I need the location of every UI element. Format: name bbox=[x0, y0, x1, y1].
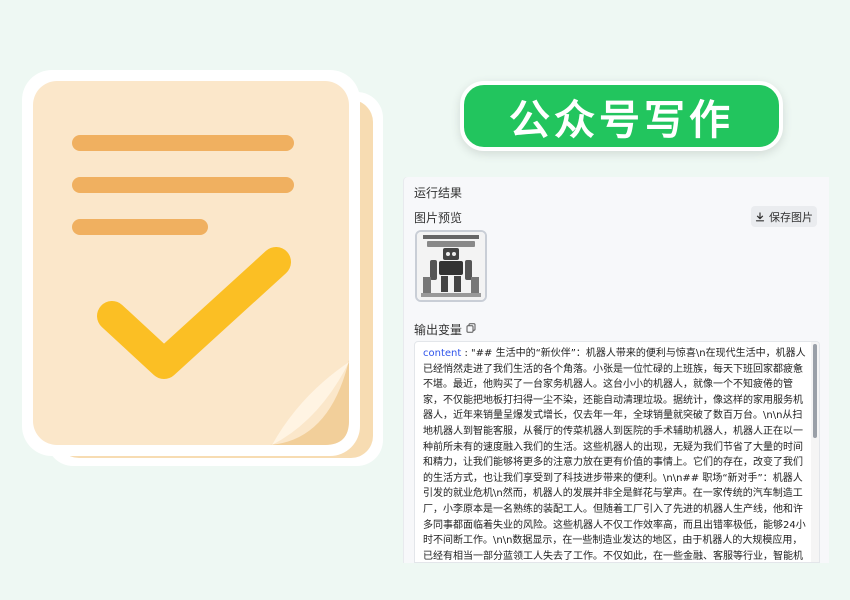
content-value: "## 生活中的“新伙伴”：机器人带来的便利与惊喜\n在现代生活中，机器人已经悄… bbox=[423, 348, 806, 562]
output-content-text: content : "## 生活中的“新伙伴”：机器人带来的便利与惊喜\n在现代… bbox=[423, 346, 809, 562]
output-content-box[interactable]: content : "## 生活中的“新伙伴”：机器人带来的便利与惊喜\n在现代… bbox=[414, 341, 820, 563]
image-preview-thumbnail[interactable] bbox=[415, 230, 487, 302]
robot-image bbox=[417, 232, 485, 300]
output-variables-title: 输出变量 bbox=[414, 323, 463, 337]
save-image-button[interactable]: 保存图片 bbox=[751, 206, 817, 227]
image-preview-title: 图片预览 bbox=[414, 211, 463, 225]
content-separator: : bbox=[461, 348, 472, 359]
document-check-illustration bbox=[22, 70, 383, 466]
run-result-panel: 运行结果 图片预览 保存图片 输出变量 content: "## 生活中的“新… bbox=[404, 177, 829, 563]
run-result-title: 运行结果 bbox=[414, 186, 463, 200]
content-scroll-thumb[interactable] bbox=[813, 344, 817, 438]
content-scrollbar[interactable] bbox=[811, 342, 819, 562]
download-icon bbox=[755, 211, 765, 221]
save-image-label: 保存图片 bbox=[769, 210, 813, 224]
page-title-badge: 公众号写作 bbox=[460, 81, 783, 151]
page-title: 公众号写作 bbox=[509, 96, 734, 144]
copy-icon[interactable] bbox=[466, 323, 476, 333]
content-key: content bbox=[423, 348, 462, 359]
paper-stack bbox=[22, 70, 383, 466]
